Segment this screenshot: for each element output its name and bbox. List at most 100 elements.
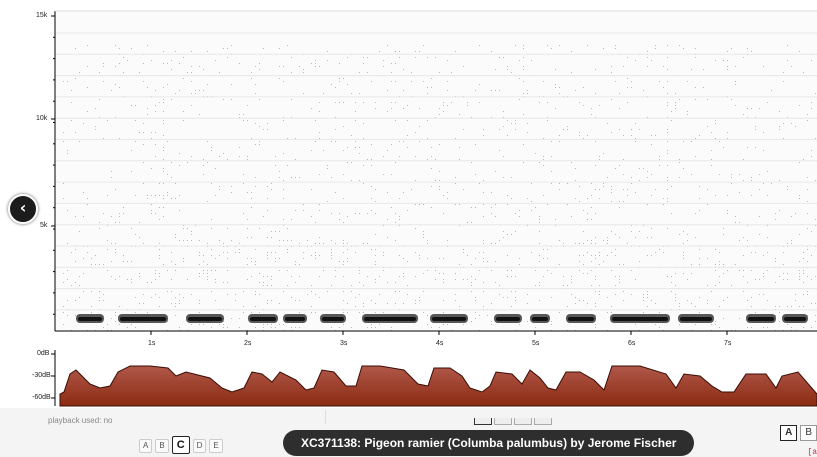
noise-dot xyxy=(431,207,432,208)
noise-dot xyxy=(779,276,780,277)
tab-handle-2[interactable] xyxy=(494,418,512,425)
noise-dot xyxy=(731,48,732,49)
noise-dot xyxy=(755,129,756,130)
noise-dot xyxy=(483,240,484,241)
noise-dot xyxy=(223,99,224,100)
noise-dot xyxy=(95,108,96,109)
noise-dot xyxy=(211,219,212,220)
noise-dot xyxy=(163,168,164,169)
noise-dot xyxy=(259,141,260,142)
noise-dot xyxy=(479,183,480,184)
call-core-13 xyxy=(748,317,774,321)
recording-caption[interactable]: XC371138: Pigeon ramier (Columba palumbu… xyxy=(283,430,695,456)
mode-c-button[interactable]: C xyxy=(171,436,190,454)
noise-dot xyxy=(139,222,140,223)
noise-dot xyxy=(483,258,484,259)
noise-dot xyxy=(523,93,524,94)
noise-dot xyxy=(67,150,68,151)
noise-dot xyxy=(607,177,608,178)
noise-dot xyxy=(271,324,272,325)
noise-dot xyxy=(543,195,544,196)
noise-dot xyxy=(175,303,176,304)
noise-dot xyxy=(479,252,480,253)
mode-d-button[interactable]: D xyxy=(192,439,207,453)
noise-dot xyxy=(507,66,508,67)
noise-dot xyxy=(239,147,240,148)
noise-dot xyxy=(199,114,200,115)
noise-dot xyxy=(483,306,484,307)
noise-dot xyxy=(719,282,720,283)
noise-dot xyxy=(463,279,464,280)
noise-dot xyxy=(619,237,620,238)
tab-handle-4[interactable] xyxy=(534,418,552,425)
noise-dot xyxy=(227,294,228,295)
tab-handle-1[interactable] xyxy=(474,418,492,425)
noise-dot xyxy=(503,111,504,112)
noise-dot xyxy=(815,276,816,277)
previous-recording-button[interactable]: ‹ xyxy=(8,194,38,224)
noise-dot xyxy=(607,297,608,298)
noise-dot xyxy=(703,87,704,88)
noise-dot xyxy=(191,51,192,52)
noise-dot xyxy=(695,324,696,325)
noise-dot xyxy=(219,189,220,190)
noise-dot xyxy=(603,48,604,49)
noise-dot xyxy=(723,228,724,229)
noise-dot xyxy=(203,165,204,166)
noise-dot xyxy=(119,216,120,217)
noise-dot xyxy=(447,192,448,193)
noise-dot xyxy=(543,249,544,250)
noise-dot xyxy=(779,126,780,127)
noise-dot xyxy=(395,222,396,223)
noise-dot xyxy=(319,174,320,175)
noise-dot xyxy=(87,45,88,46)
noise-dot xyxy=(383,312,384,313)
mode-b-button[interactable]: B xyxy=(155,439,169,453)
quality-b-button[interactable]: B xyxy=(800,425,817,441)
noise-dot xyxy=(551,171,552,172)
noise-dot xyxy=(543,159,544,160)
mode-a-button[interactable]: A xyxy=(139,439,153,453)
noise-dot xyxy=(439,144,440,145)
noise-dot xyxy=(763,255,764,256)
noise-dot xyxy=(647,255,648,256)
noise-dot xyxy=(503,297,504,298)
noise-dot xyxy=(111,177,112,178)
noise-dot xyxy=(115,252,116,253)
noise-dot xyxy=(767,270,768,271)
noise-dot xyxy=(395,213,396,214)
noise-dot xyxy=(567,285,568,286)
noise-dot xyxy=(611,306,612,307)
noise-dot xyxy=(575,90,576,91)
noise-dot xyxy=(763,294,764,295)
noise-dot xyxy=(655,189,656,190)
noise-dot xyxy=(683,168,684,169)
tab-handle-3[interactable] xyxy=(514,418,532,425)
noise-dot xyxy=(499,294,500,295)
noise-dot xyxy=(695,99,696,100)
noise-dot xyxy=(91,306,92,307)
noise-dot xyxy=(287,228,288,229)
noise-dot xyxy=(383,270,384,271)
noise-dot xyxy=(583,231,584,232)
noise-dot xyxy=(595,189,596,190)
noise-dot xyxy=(311,291,312,292)
noise-dot xyxy=(183,120,184,121)
noise-dot xyxy=(159,255,160,256)
quality-a-button[interactable]: A xyxy=(780,425,798,441)
noise-dot xyxy=(759,216,760,217)
noise-dot xyxy=(79,276,80,277)
noise-dot xyxy=(131,279,132,280)
noise-dot xyxy=(439,180,440,181)
noise-dot xyxy=(227,258,228,259)
noise-dot xyxy=(647,237,648,238)
mode-e-button[interactable]: E xyxy=(209,439,223,453)
noise-dot xyxy=(123,261,124,262)
noise-dot xyxy=(599,156,600,157)
noise-dot xyxy=(147,108,148,109)
noise-dot xyxy=(299,177,300,178)
noise-dot xyxy=(627,243,628,244)
noise-dot xyxy=(467,279,468,280)
noise-dot xyxy=(807,291,808,292)
noise-dot xyxy=(407,261,408,262)
